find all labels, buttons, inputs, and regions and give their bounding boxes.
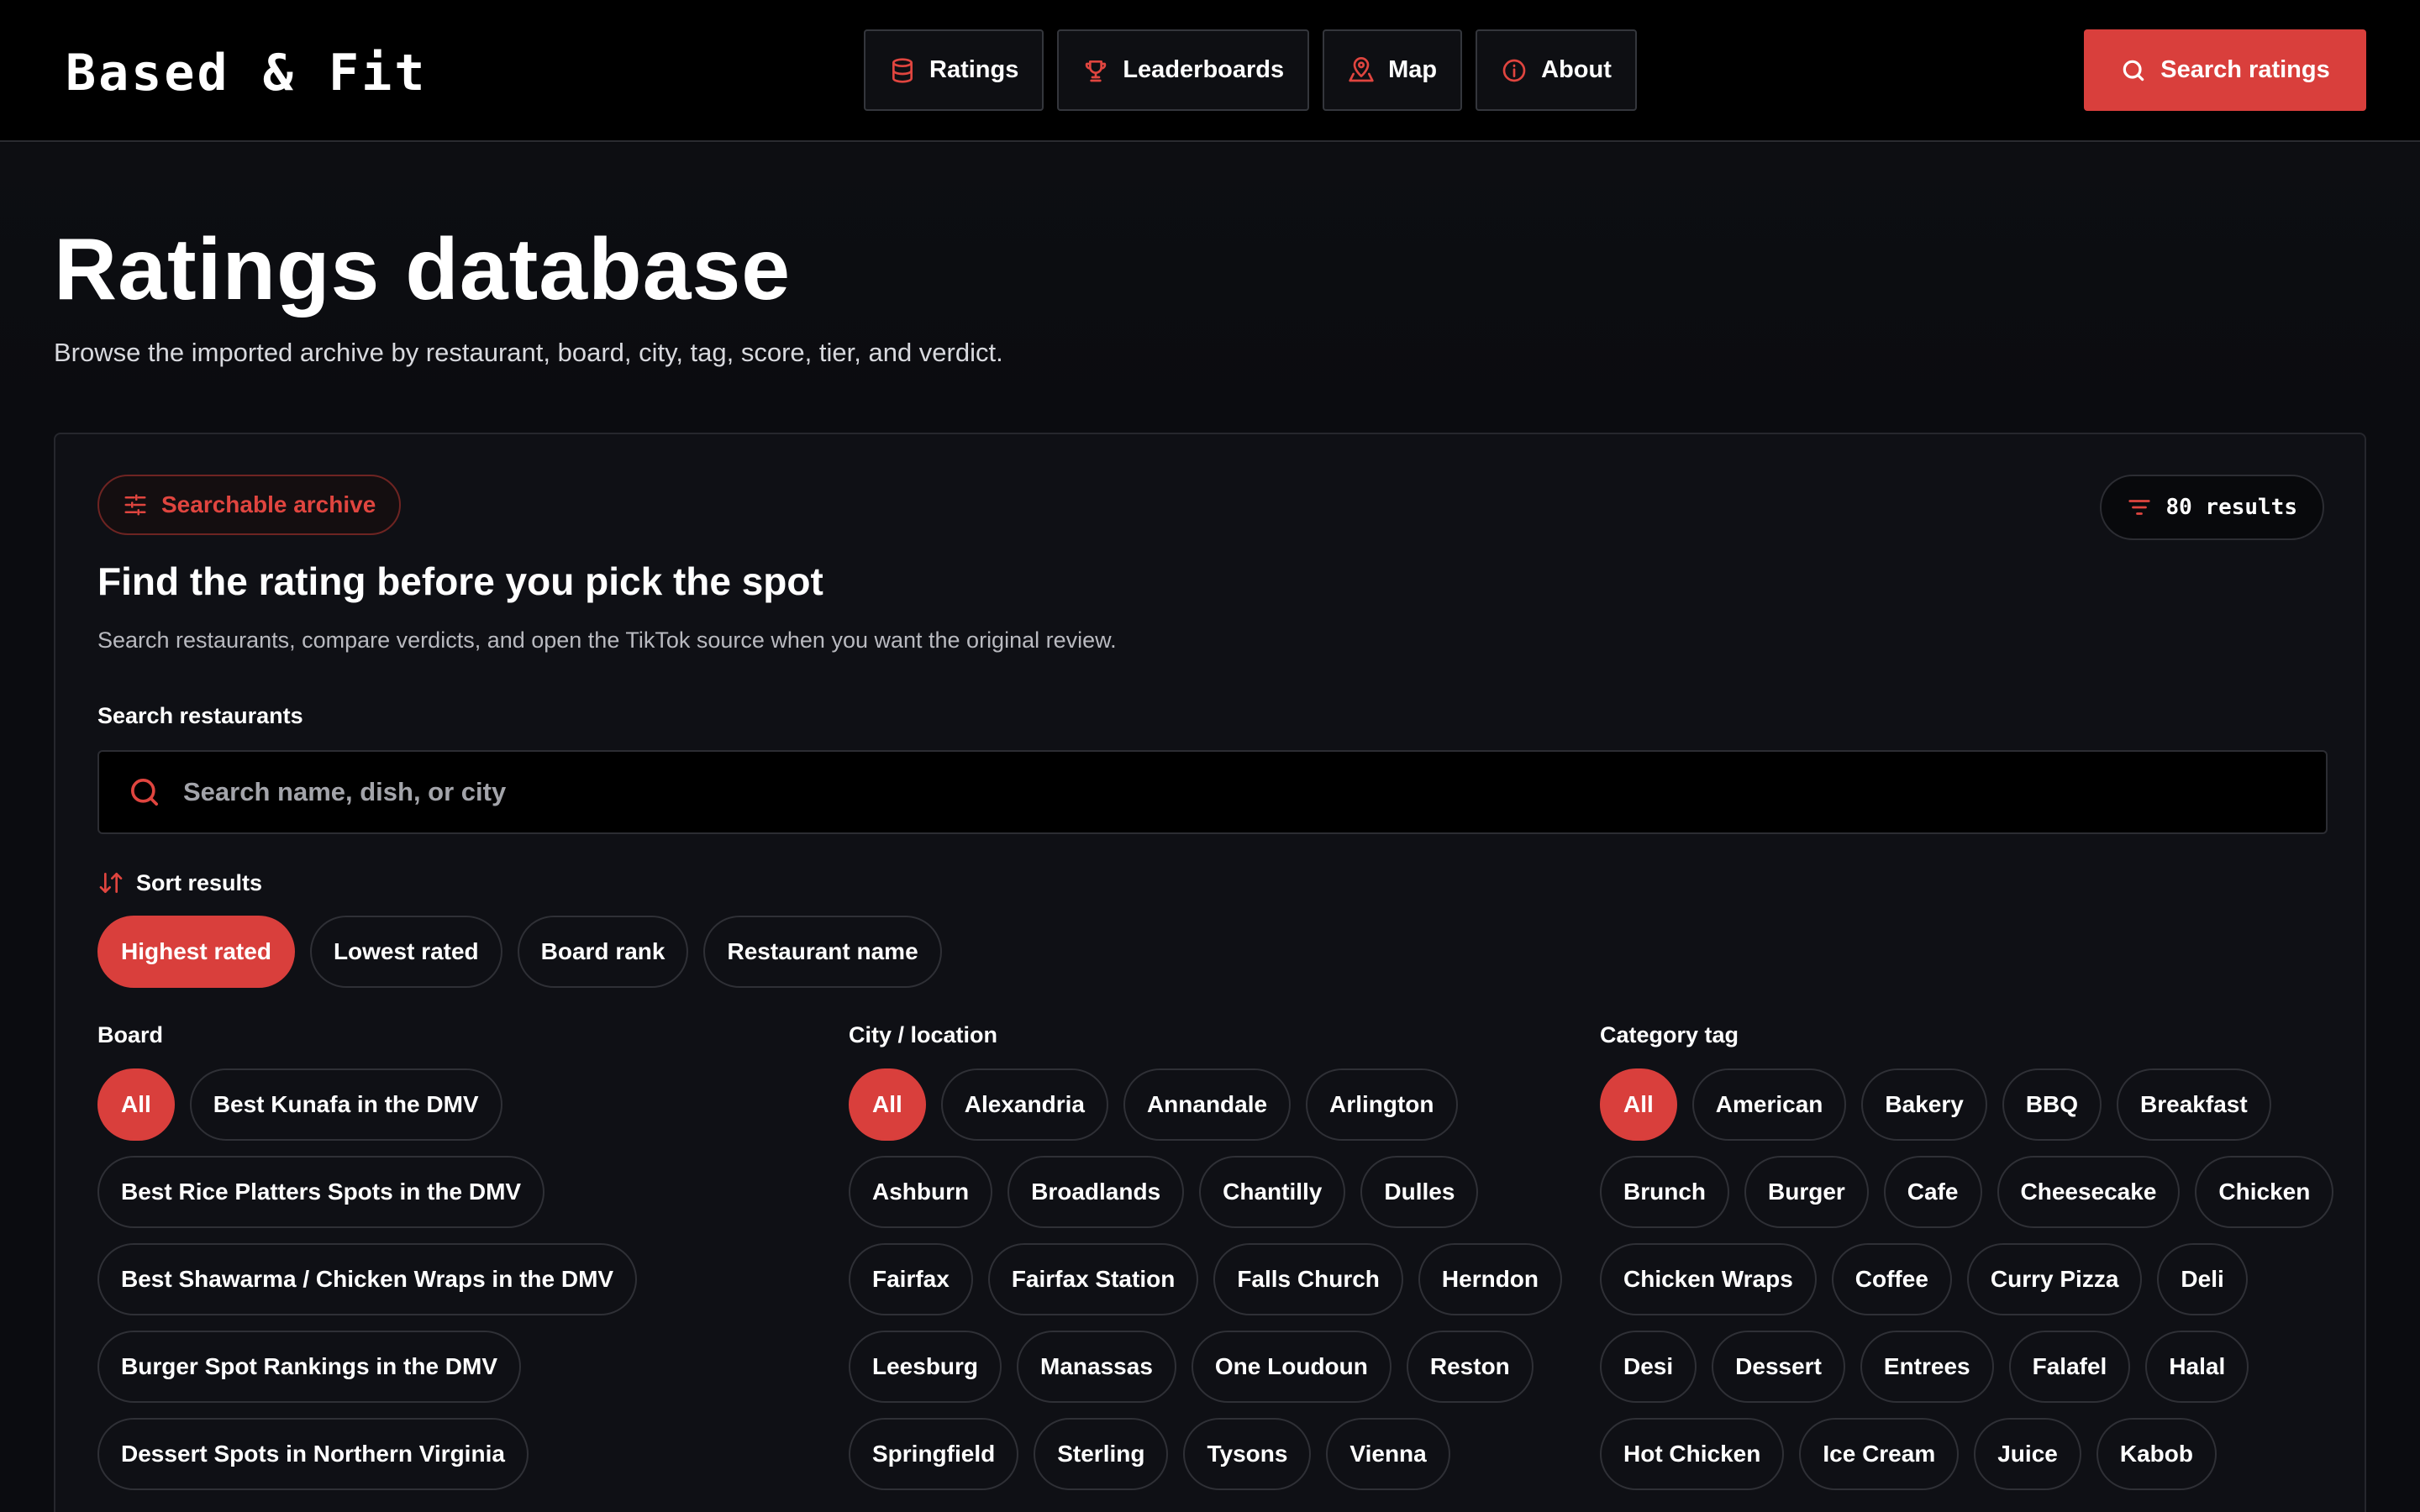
board-chips: All Best Kunafa in the DMV Best Rice Platt… <box>97 1068 837 1490</box>
category-chips: All American Bakery BBQ Breakfast Brunch Burge… <box>1600 1068 2339 1490</box>
sort-label-text: Sort results <box>136 869 263 895</box>
results-count: 80 results <box>2165 495 2297 520</box>
category-chip-curry-pizza[interactable]: Curry Pizza <box>1966 1243 2143 1315</box>
board-chip-burger-spot-rankings-in-the-dmv[interactable]: Burger Spot Rankings in the DMV <box>97 1331 522 1403</box>
searchable-archive-badge: Searchable archive <box>97 475 402 535</box>
city-filter: City / location All Alexandria Annandale Ar… <box>849 1022 1588 1490</box>
board-filter: Board All Best Kunafa in the DMV Best Rice… <box>97 1022 837 1490</box>
badge-label: Searchable archive <box>161 491 376 517</box>
nav-about-label: About <box>1541 56 1612 83</box>
city-chip-all[interactable]: All <box>849 1068 926 1141</box>
category-filter-label: Category tag <box>1600 1022 1739 1047</box>
category-chip-bakery[interactable]: Bakery <box>1861 1068 1987 1141</box>
page-title: Ratings database <box>54 221 792 318</box>
city-chip-fairfax[interactable]: Fairfax <box>849 1243 973 1315</box>
main-nav: Ratings Leaderboards Map About <box>864 29 1637 111</box>
sliders-icon <box>124 494 146 516</box>
city-chips: All Alexandria Annandale Arlington Ashburn Br… <box>849 1068 1588 1490</box>
city-chip-vienna[interactable]: Vienna <box>1326 1418 1450 1490</box>
city-chip-manassas[interactable]: Manassas <box>1017 1331 1176 1403</box>
city-filter-label: City / location <box>849 1022 998 1047</box>
board-chip-dessert-spots-in-northern-virginia[interactable]: Dessert Spots in Northern Virginia <box>97 1418 529 1490</box>
search-ratings-label: Search ratings <box>2160 56 2330 83</box>
city-chip-arlington[interactable]: Arlington <box>1306 1068 1458 1141</box>
filter-lines-icon <box>2128 500 2151 515</box>
search-box[interactable] <box>97 750 2328 834</box>
category-chip-cafe[interactable]: Cafe <box>1883 1156 1982 1228</box>
city-chip-dulles[interactable]: Dulles <box>1360 1156 1479 1228</box>
category-filter: Category tag All American Bakery BBQ Breakfa… <box>1600 1022 2339 1490</box>
city-chip-leesburg[interactable]: Leesburg <box>849 1331 1002 1403</box>
database-icon <box>892 57 913 83</box>
category-chip-bbq[interactable]: BBQ <box>2002 1068 2102 1141</box>
nav-leaderboards-label: Leaderboards <box>1123 56 1285 83</box>
search-card: Searchable archive 80 results Find the r… <box>54 433 2366 1512</box>
category-chip-juice[interactable]: Juice <box>1974 1418 2081 1490</box>
city-chip-broadlands[interactable]: Broadlands <box>1007 1156 1185 1228</box>
category-chip-cheesecake[interactable]: Cheesecake <box>1996 1156 2181 1228</box>
sort-restaurant-name[interactable]: Restaurant name <box>703 916 942 988</box>
category-chip-deli[interactable]: Deli <box>2157 1243 2248 1315</box>
category-chip-kabob[interactable]: Kabob <box>2096 1418 2217 1490</box>
nav-leaderboards[interactable]: Leaderboards <box>1057 29 1310 111</box>
sort-board-rank[interactable]: Board rank <box>517 916 689 988</box>
city-chip-springfield[interactable]: Springfield <box>849 1418 1019 1490</box>
nav-map-label: Map <box>1388 56 1438 83</box>
nav-about[interactable]: About <box>1476 29 1637 111</box>
category-chip-entrees[interactable]: Entrees <box>1860 1331 1994 1403</box>
board-filter-label: Board <box>97 1022 164 1047</box>
search-icon <box>131 779 159 806</box>
city-chip-herndon[interactable]: Herndon <box>1418 1243 1563 1315</box>
category-chip-american[interactable]: American <box>1691 1068 1847 1141</box>
board-chip-best-kunafa-in-the-dmv[interactable]: Best Kunafa in the DMV <box>189 1068 502 1141</box>
city-chip-one-loudoun[interactable]: One Loudoun <box>1191 1331 1392 1403</box>
sort-highest-rated[interactable]: Highest rated <box>97 916 295 988</box>
card-title: Find the rating before you pick the spot <box>97 559 823 603</box>
category-chip-burger[interactable]: Burger <box>1744 1156 1869 1228</box>
category-chip-chicken-wraps[interactable]: Chicken Wraps <box>1600 1243 1817 1315</box>
sort-arrows-icon <box>99 873 123 893</box>
city-chip-fairfax-station[interactable]: Fairfax Station <box>987 1243 1199 1315</box>
nav-map[interactable]: Map <box>1323 29 1463 111</box>
city-chip-reston[interactable]: Reston <box>1406 1331 1534 1403</box>
category-chip-hot-chicken[interactable]: Hot Chicken <box>1600 1418 1785 1490</box>
map-pin-icon <box>1349 56 1374 81</box>
category-chip-halal[interactable]: Halal <box>2145 1331 2249 1403</box>
category-chip-ice-cream[interactable]: Ice Cream <box>1799 1418 1960 1490</box>
search-icon <box>2123 60 2144 81</box>
trophy-icon <box>1086 60 1107 81</box>
city-chip-chantilly[interactable]: Chantilly <box>1199 1156 1346 1228</box>
city-chip-annandale[interactable]: Annandale <box>1123 1068 1292 1141</box>
category-chip-all[interactable]: All <box>1600 1068 1677 1141</box>
city-chip-alexandria[interactable]: Alexandria <box>940 1068 1108 1141</box>
city-chip-sterling[interactable]: Sterling <box>1034 1418 1169 1490</box>
category-chip-dessert[interactable]: Dessert <box>1712 1331 1845 1403</box>
search-ratings-button[interactable]: Search ratings <box>2084 29 2366 111</box>
top-header: Based & Fit Ratings Leaderboards Map Abo… <box>0 0 2420 142</box>
board-chip-all[interactable]: All <box>97 1068 175 1141</box>
search-label: Search restaurants <box>97 703 303 728</box>
category-chip-falafel[interactable]: Falafel <box>2008 1331 2131 1403</box>
results-count-pill: 80 results <box>2100 475 2324 540</box>
sort-lowest-rated[interactable]: Lowest rated <box>309 916 502 988</box>
page-subtitle: Browse the imported archive by restauran… <box>54 338 1003 367</box>
nav-ratings-label: Ratings <box>929 56 1019 83</box>
search-input[interactable] <box>183 777 2200 807</box>
category-chip-coffee[interactable]: Coffee <box>1831 1243 1952 1315</box>
board-chip-best-rice-platters-spots-in-the-dmv[interactable]: Best Rice Platters Spots in the DMV <box>97 1156 545 1228</box>
category-chip-brunch[interactable]: Brunch <box>1600 1156 1729 1228</box>
category-chip-desi[interactable]: Desi <box>1600 1331 1697 1403</box>
sort-label: Sort results <box>97 869 262 896</box>
board-chip-best-shawarma-chicken-wraps-in-the-dmv[interactable]: Best Shawarma / Chicken Wraps in the DMV <box>97 1243 638 1315</box>
city-chip-ashburn[interactable]: Ashburn <box>849 1156 993 1228</box>
sort-options: Highest rated Lowest rated Board rank Resta… <box>97 916 942 988</box>
category-chip-breakfast[interactable]: Breakfast <box>2117 1068 2271 1141</box>
city-chip-falls-church[interactable]: Falls Church <box>1213 1243 1403 1315</box>
city-chip-tysons[interactable]: Tysons <box>1183 1418 1312 1490</box>
card-subtitle: Search restaurants, compare verdicts, an… <box>97 627 1117 653</box>
category-chip-chicken[interactable]: Chicken <box>2195 1156 2334 1228</box>
site-logo[interactable]: Based & Fit <box>66 44 427 102</box>
info-icon <box>1502 59 1526 81</box>
nav-ratings[interactable]: Ratings <box>864 29 1044 111</box>
